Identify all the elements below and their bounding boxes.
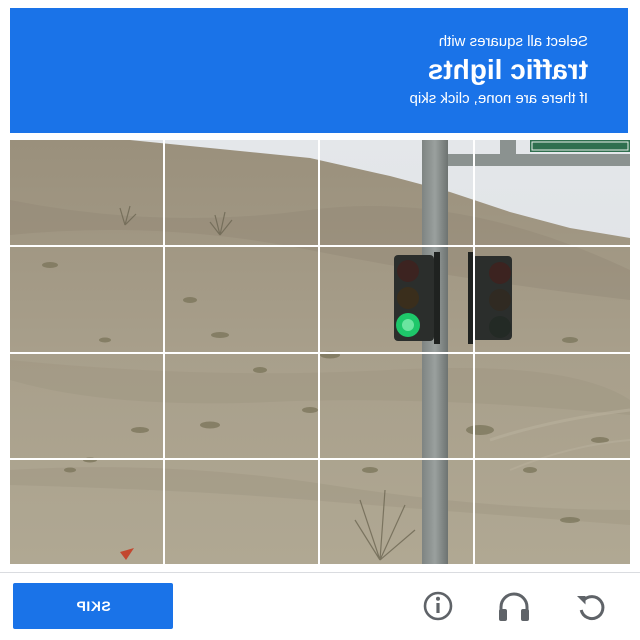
skip-button[interactable]: SKIP	[13, 583, 173, 629]
grid-tile-1-2[interactable]	[165, 140, 318, 245]
skip-hint-text: If there are none, click skip	[409, 90, 588, 107]
reload-button[interactable]	[569, 586, 613, 626]
challenge-header: Select all squares with traffic lights I…	[10, 8, 628, 133]
grid-divider	[10, 352, 630, 354]
grid-divider	[10, 458, 630, 460]
grid-tile-4-1[interactable]	[10, 460, 163, 564]
challenge-header-text: Select all squares with traffic lights I…	[10, 8, 628, 133]
grid-tile-3-3[interactable]	[320, 354, 473, 458]
grid-tile-3-2[interactable]	[165, 354, 318, 458]
grid-tile-1-1[interactable]	[10, 140, 163, 245]
grid-tile-3-1[interactable]	[10, 354, 163, 458]
grid-tile-2-3[interactable]	[320, 247, 473, 352]
grid-tile-2-1[interactable]	[10, 247, 163, 352]
image-grid	[10, 140, 630, 564]
grid-tile-4-3[interactable]	[320, 460, 473, 564]
grid-tile-1-4[interactable]	[475, 140, 630, 245]
grid-tile-3-4[interactable]	[475, 354, 630, 458]
grid-tile-4-4[interactable]	[475, 460, 630, 564]
info-icon	[423, 591, 453, 621]
footer-divider	[0, 572, 640, 573]
audio-challenge-button[interactable]	[492, 586, 536, 626]
grid-tile-2-2[interactable]	[165, 247, 318, 352]
target-object-text: traffic lights	[427, 54, 588, 85]
instruction-text: Select all squares with	[438, 33, 588, 50]
reload-icon	[577, 595, 605, 620]
grid-tile-4-2[interactable]	[165, 460, 318, 564]
headphones-icon	[499, 592, 529, 621]
grid-tile-2-4[interactable]	[475, 247, 630, 352]
info-button[interactable]	[416, 586, 460, 626]
skip-button-label: SKIP	[75, 598, 111, 614]
captcha-widget: Select all squares with traffic lights I…	[0, 0, 640, 640]
grid-divider	[10, 245, 630, 247]
grid-tile-1-3[interactable]	[320, 140, 473, 245]
